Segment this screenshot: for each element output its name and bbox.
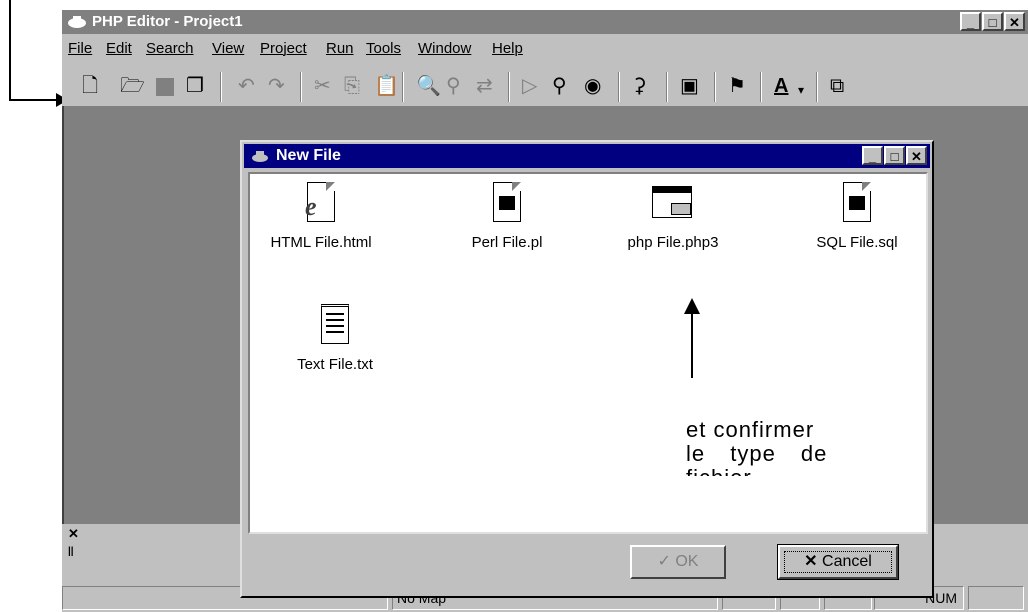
ok-label: OK bbox=[675, 553, 699, 570]
annotation-line: fichier bbox=[686, 466, 886, 477]
menu-tools[interactable]: Tools bbox=[366, 40, 401, 57]
help-icon[interactable]: ⚑ bbox=[728, 76, 746, 96]
client-border bbox=[62, 106, 64, 536]
toolbar: 🗋 🗁 ❐ ↶ ↷ ✂ ⎘ 📋 🔍 ⚲ ⇄ ▷ ⚲ ◉ ⚳ ▣ ⚑ A ▾ ⧉ bbox=[62, 64, 1028, 106]
menu-view[interactable]: View bbox=[212, 40, 244, 57]
properties-icon[interactable]: ▣ bbox=[680, 76, 699, 96]
dialog-titlebar: New File _ □ ✕ bbox=[244, 144, 930, 168]
window-title: PHP Editor - Project1 bbox=[92, 13, 243, 30]
toolbar-separator bbox=[220, 72, 222, 102]
dialog-minimize-button[interactable]: _ bbox=[862, 146, 883, 165]
menu-project[interactable]: Project bbox=[260, 40, 307, 57]
dialog-close-button[interactable]: ✕ bbox=[906, 146, 927, 165]
menu-search[interactable]: Search bbox=[146, 40, 194, 57]
file-label: Perl File.pl bbox=[471, 234, 543, 251]
maximize-button[interactable]: □ bbox=[982, 12, 1003, 31]
menu-help[interactable]: Help bbox=[492, 40, 523, 57]
file-item-php[interactable]: php File.php3 bbox=[608, 180, 738, 251]
focus-rect bbox=[784, 551, 892, 573]
new-file-dialog: New File _ □ ✕ e HTML File.html Perl Fil… bbox=[240, 140, 934, 598]
checkmark-icon: ✓ bbox=[657, 553, 671, 570]
query-icon[interactable]: ⚳ bbox=[632, 76, 647, 96]
file-label: Text File.txt bbox=[297, 356, 373, 373]
app-icon bbox=[252, 151, 268, 162]
save-all-icon[interactable]: ❐ bbox=[186, 76, 204, 96]
search-icon[interactable]: ⚲ bbox=[552, 76, 567, 96]
toolbar-separator bbox=[760, 72, 762, 102]
paste-icon[interactable]: 📋 bbox=[374, 76, 399, 96]
annotation-line: et confirmer bbox=[686, 418, 815, 442]
menu-window[interactable]: Window bbox=[418, 40, 471, 57]
font-color-icon[interactable]: A bbox=[774, 76, 788, 96]
toolbar-separator bbox=[816, 72, 818, 102]
menu-run[interactable]: Run bbox=[326, 40, 354, 57]
window-icon[interactable]: ⧉ bbox=[830, 76, 844, 96]
toolbar-separator bbox=[402, 72, 404, 102]
pointer-line bbox=[9, 99, 61, 101]
file-item-perl[interactable]: Perl File.pl bbox=[442, 180, 572, 251]
file-label: SQL File.sql bbox=[816, 234, 898, 251]
cut-icon[interactable]: ✂ bbox=[314, 76, 331, 96]
dialog-maximize-button[interactable]: □ bbox=[884, 146, 905, 165]
file-item-text[interactable]: Text File.txt bbox=[270, 302, 400, 373]
save-icon[interactable] bbox=[156, 78, 174, 96]
open-folder-icon[interactable]: 🗁 bbox=[120, 76, 145, 96]
close-panel-icon[interactable]: ✕ || bbox=[68, 526, 79, 557]
ok-button[interactable]: ✓ OK bbox=[630, 545, 726, 579]
annotation-arrowhead bbox=[684, 298, 700, 314]
cancel-button[interactable]: ✕ Cancel bbox=[777, 544, 899, 580]
app-icon bbox=[68, 16, 86, 28]
new-file-icon[interactable]: 🗋 bbox=[82, 76, 98, 96]
undo-icon[interactable]: ↶ bbox=[238, 76, 255, 96]
find-next-icon[interactable]: ⚲ bbox=[446, 76, 461, 96]
php-file-icon bbox=[650, 180, 696, 228]
size-grip[interactable] bbox=[968, 586, 1024, 610]
minimize-button[interactable]: _ bbox=[960, 12, 981, 31]
menu-edit[interactable]: Edit bbox=[106, 40, 132, 57]
file-item-sql[interactable]: SQL File.sql bbox=[792, 180, 922, 251]
file-label: php File.php3 bbox=[627, 234, 719, 251]
menu-bar: File Edit Search View Project Run Tools … bbox=[62, 34, 1028, 64]
redo-icon[interactable]: ↷ bbox=[268, 76, 285, 96]
inspect-icon[interactable]: ◉ bbox=[584, 76, 601, 96]
html-file-icon: e bbox=[301, 180, 341, 228]
pointer-line bbox=[9, 0, 11, 101]
annotation-line: le type de bbox=[686, 441, 828, 466]
toolbar-separator bbox=[618, 72, 620, 102]
sql-file-icon bbox=[837, 180, 877, 228]
annotation-text: et confirmer le type de fichier bbox=[686, 418, 886, 476]
toolbar-separator bbox=[300, 72, 302, 102]
annotation-arrow-line bbox=[691, 314, 693, 378]
file-label: HTML File.html bbox=[270, 234, 372, 251]
window-titlebar: PHP Editor - Project1 _ □ ✕ bbox=[62, 10, 1028, 34]
toolbar-separator bbox=[666, 72, 668, 102]
find-icon[interactable]: 🔍 bbox=[416, 76, 441, 96]
toolbar-separator bbox=[714, 72, 716, 102]
run-icon[interactable]: ▷ bbox=[522, 76, 537, 96]
file-type-list: e HTML File.html Perl File.pl php File.p… bbox=[248, 172, 928, 534]
toolbar-separator bbox=[508, 72, 510, 102]
text-file-icon bbox=[315, 302, 355, 350]
copy-icon[interactable]: ⎘ bbox=[344, 76, 360, 96]
perl-file-icon bbox=[487, 180, 527, 228]
close-button[interactable]: ✕ bbox=[1004, 12, 1025, 31]
replace-icon[interactable]: ⇄ bbox=[476, 76, 493, 96]
chevron-down-icon[interactable]: ▾ bbox=[798, 80, 804, 100]
file-item-html[interactable]: e HTML File.html bbox=[256, 180, 386, 251]
menu-file[interactable]: File bbox=[68, 40, 92, 57]
dialog-title: New File bbox=[276, 147, 341, 164]
